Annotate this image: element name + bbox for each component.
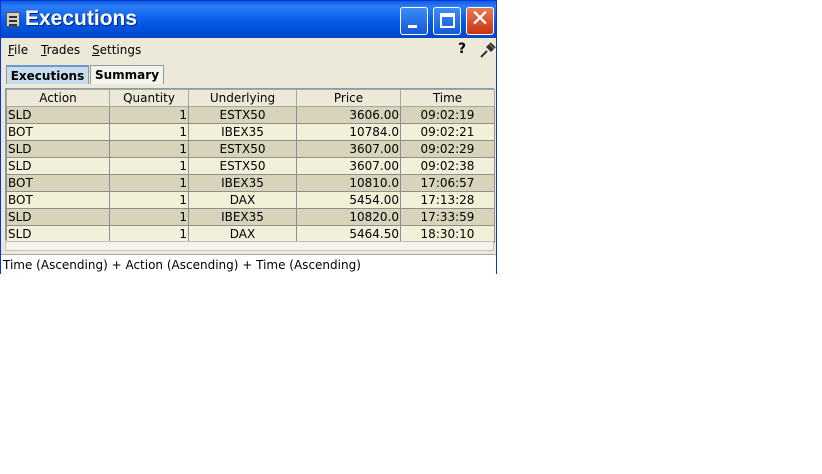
- cell-price[interactable]: 3607.00: [296, 140, 401, 158]
- window-title: Executions: [25, 7, 138, 30]
- cell-price[interactable]: 3607.00: [296, 157, 401, 175]
- cell-action[interactable]: SLD: [6, 208, 110, 226]
- close-button[interactable]: ✕: [466, 6, 494, 35]
- minimize-icon: [408, 25, 417, 28]
- pin-icon[interactable]: [479, 41, 497, 59]
- cell-price[interactable]: 10820.0: [296, 208, 401, 226]
- cell-action[interactable]: SLD: [6, 225, 110, 243]
- cell-quantity[interactable]: 1: [109, 140, 189, 158]
- column-header-underlying[interactable]: Underlying: [188, 89, 297, 107]
- tab-summary[interactable]: Summary: [90, 65, 164, 84]
- cell-action[interactable]: SLD: [6, 106, 110, 124]
- cell-underlying[interactable]: ESTX50: [188, 140, 297, 158]
- menu-bar: File Trades Settings ?: [1, 39, 496, 61]
- cell-action[interactable]: SLD: [6, 140, 110, 158]
- close-icon: ✕: [470, 6, 490, 32]
- table-row[interactable]: SLD 1 ESTX50 3607.00 09:02:29: [6, 140, 495, 158]
- cell-price[interactable]: 5454.00: [296, 191, 401, 209]
- menu-settings[interactable]: Settings: [92, 43, 141, 57]
- app-menu-icon[interactable]: [6, 12, 20, 27]
- menu-file[interactable]: File: [8, 43, 28, 57]
- cell-quantity[interactable]: 1: [109, 106, 189, 124]
- horizontal-scrollbar[interactable]: [5, 241, 494, 251]
- cell-time[interactable]: 09:02:29: [400, 140, 495, 158]
- cell-quantity[interactable]: 1: [109, 208, 189, 226]
- cell-quantity[interactable]: 1: [109, 225, 189, 243]
- title-bar[interactable]: Executions ✕: [1, 1, 496, 38]
- cell-price[interactable]: 3606.00: [296, 106, 401, 124]
- cell-time[interactable]: 09:02:19: [400, 106, 495, 124]
- cell-time[interactable]: 09:02:38: [400, 157, 495, 175]
- cell-action[interactable]: BOT: [6, 123, 110, 141]
- cell-time[interactable]: 17:06:57: [400, 174, 495, 192]
- cell-underlying[interactable]: IBEX35: [188, 174, 297, 192]
- column-header-action[interactable]: Action: [6, 89, 110, 107]
- menu-trades[interactable]: Trades: [41, 43, 80, 57]
- cell-time[interactable]: 09:02:21: [400, 123, 495, 141]
- cell-time[interactable]: 17:33:59: [400, 208, 495, 226]
- cell-underlying[interactable]: IBEX35: [188, 123, 297, 141]
- table-row[interactable]: SLD 1 DAX 5464.50 18:30:10: [6, 225, 495, 243]
- column-header-time[interactable]: Time: [400, 89, 495, 107]
- cell-underlying[interactable]: DAX: [188, 191, 297, 209]
- cell-underlying[interactable]: ESTX50: [188, 157, 297, 175]
- cell-price[interactable]: 10810.0: [296, 174, 401, 192]
- table-row[interactable]: SLD 1 ESTX50 3606.00 09:02:19: [6, 106, 495, 124]
- help-icon[interactable]: ?: [458, 41, 466, 57]
- executions-table: Action Quantity Underlying Price Time SL…: [6, 89, 495, 243]
- maximize-button[interactable]: [433, 7, 461, 35]
- cell-action[interactable]: SLD: [6, 157, 110, 175]
- column-header-quantity[interactable]: Quantity: [109, 89, 189, 107]
- cell-quantity[interactable]: 1: [109, 157, 189, 175]
- executions-window: Executions ✕ File Trades Settings ? Exec…: [0, 0, 497, 274]
- cell-price[interactable]: 5464.50: [296, 225, 401, 243]
- cell-underlying[interactable]: ESTX50: [188, 106, 297, 124]
- table-row[interactable]: SLD 1 ESTX50 3607.00 09:02:38: [6, 157, 495, 175]
- sort-order-text: Time (Ascending) + Action (Ascending) + …: [3, 258, 361, 272]
- minimize-button[interactable]: [400, 7, 428, 35]
- cell-underlying[interactable]: DAX: [188, 225, 297, 243]
- maximize-icon: [440, 13, 455, 28]
- column-header-price[interactable]: Price: [296, 89, 401, 107]
- cell-underlying[interactable]: IBEX35: [188, 208, 297, 226]
- cell-action[interactable]: BOT: [6, 174, 110, 192]
- cell-price[interactable]: 10784.0: [296, 123, 401, 141]
- status-bar: Time (Ascending) + Action (Ascending) + …: [1, 254, 496, 274]
- cell-quantity[interactable]: 1: [109, 123, 189, 141]
- table-row[interactable]: BOT 1 DAX 5454.00 17:13:28: [6, 191, 495, 209]
- table-row[interactable]: SLD 1 IBEX35 10820.0 17:33:59: [6, 208, 495, 226]
- cell-quantity[interactable]: 1: [109, 191, 189, 209]
- table-row[interactable]: BOT 1 IBEX35 10810.0 17:06:57: [6, 174, 495, 192]
- cell-action[interactable]: BOT: [6, 191, 110, 209]
- cell-quantity[interactable]: 1: [109, 174, 189, 192]
- executions-table-container: Action Quantity Underlying Price Time SL…: [5, 88, 495, 243]
- cell-time[interactable]: 18:30:10: [400, 225, 495, 243]
- table-row[interactable]: BOT 1 IBEX35 10784.0 09:02:21: [6, 123, 495, 141]
- table-header-row: Action Quantity Underlying Price Time: [6, 89, 495, 107]
- cell-time[interactable]: 17:13:28: [400, 191, 495, 209]
- tab-executions[interactable]: Executions: [6, 65, 89, 84]
